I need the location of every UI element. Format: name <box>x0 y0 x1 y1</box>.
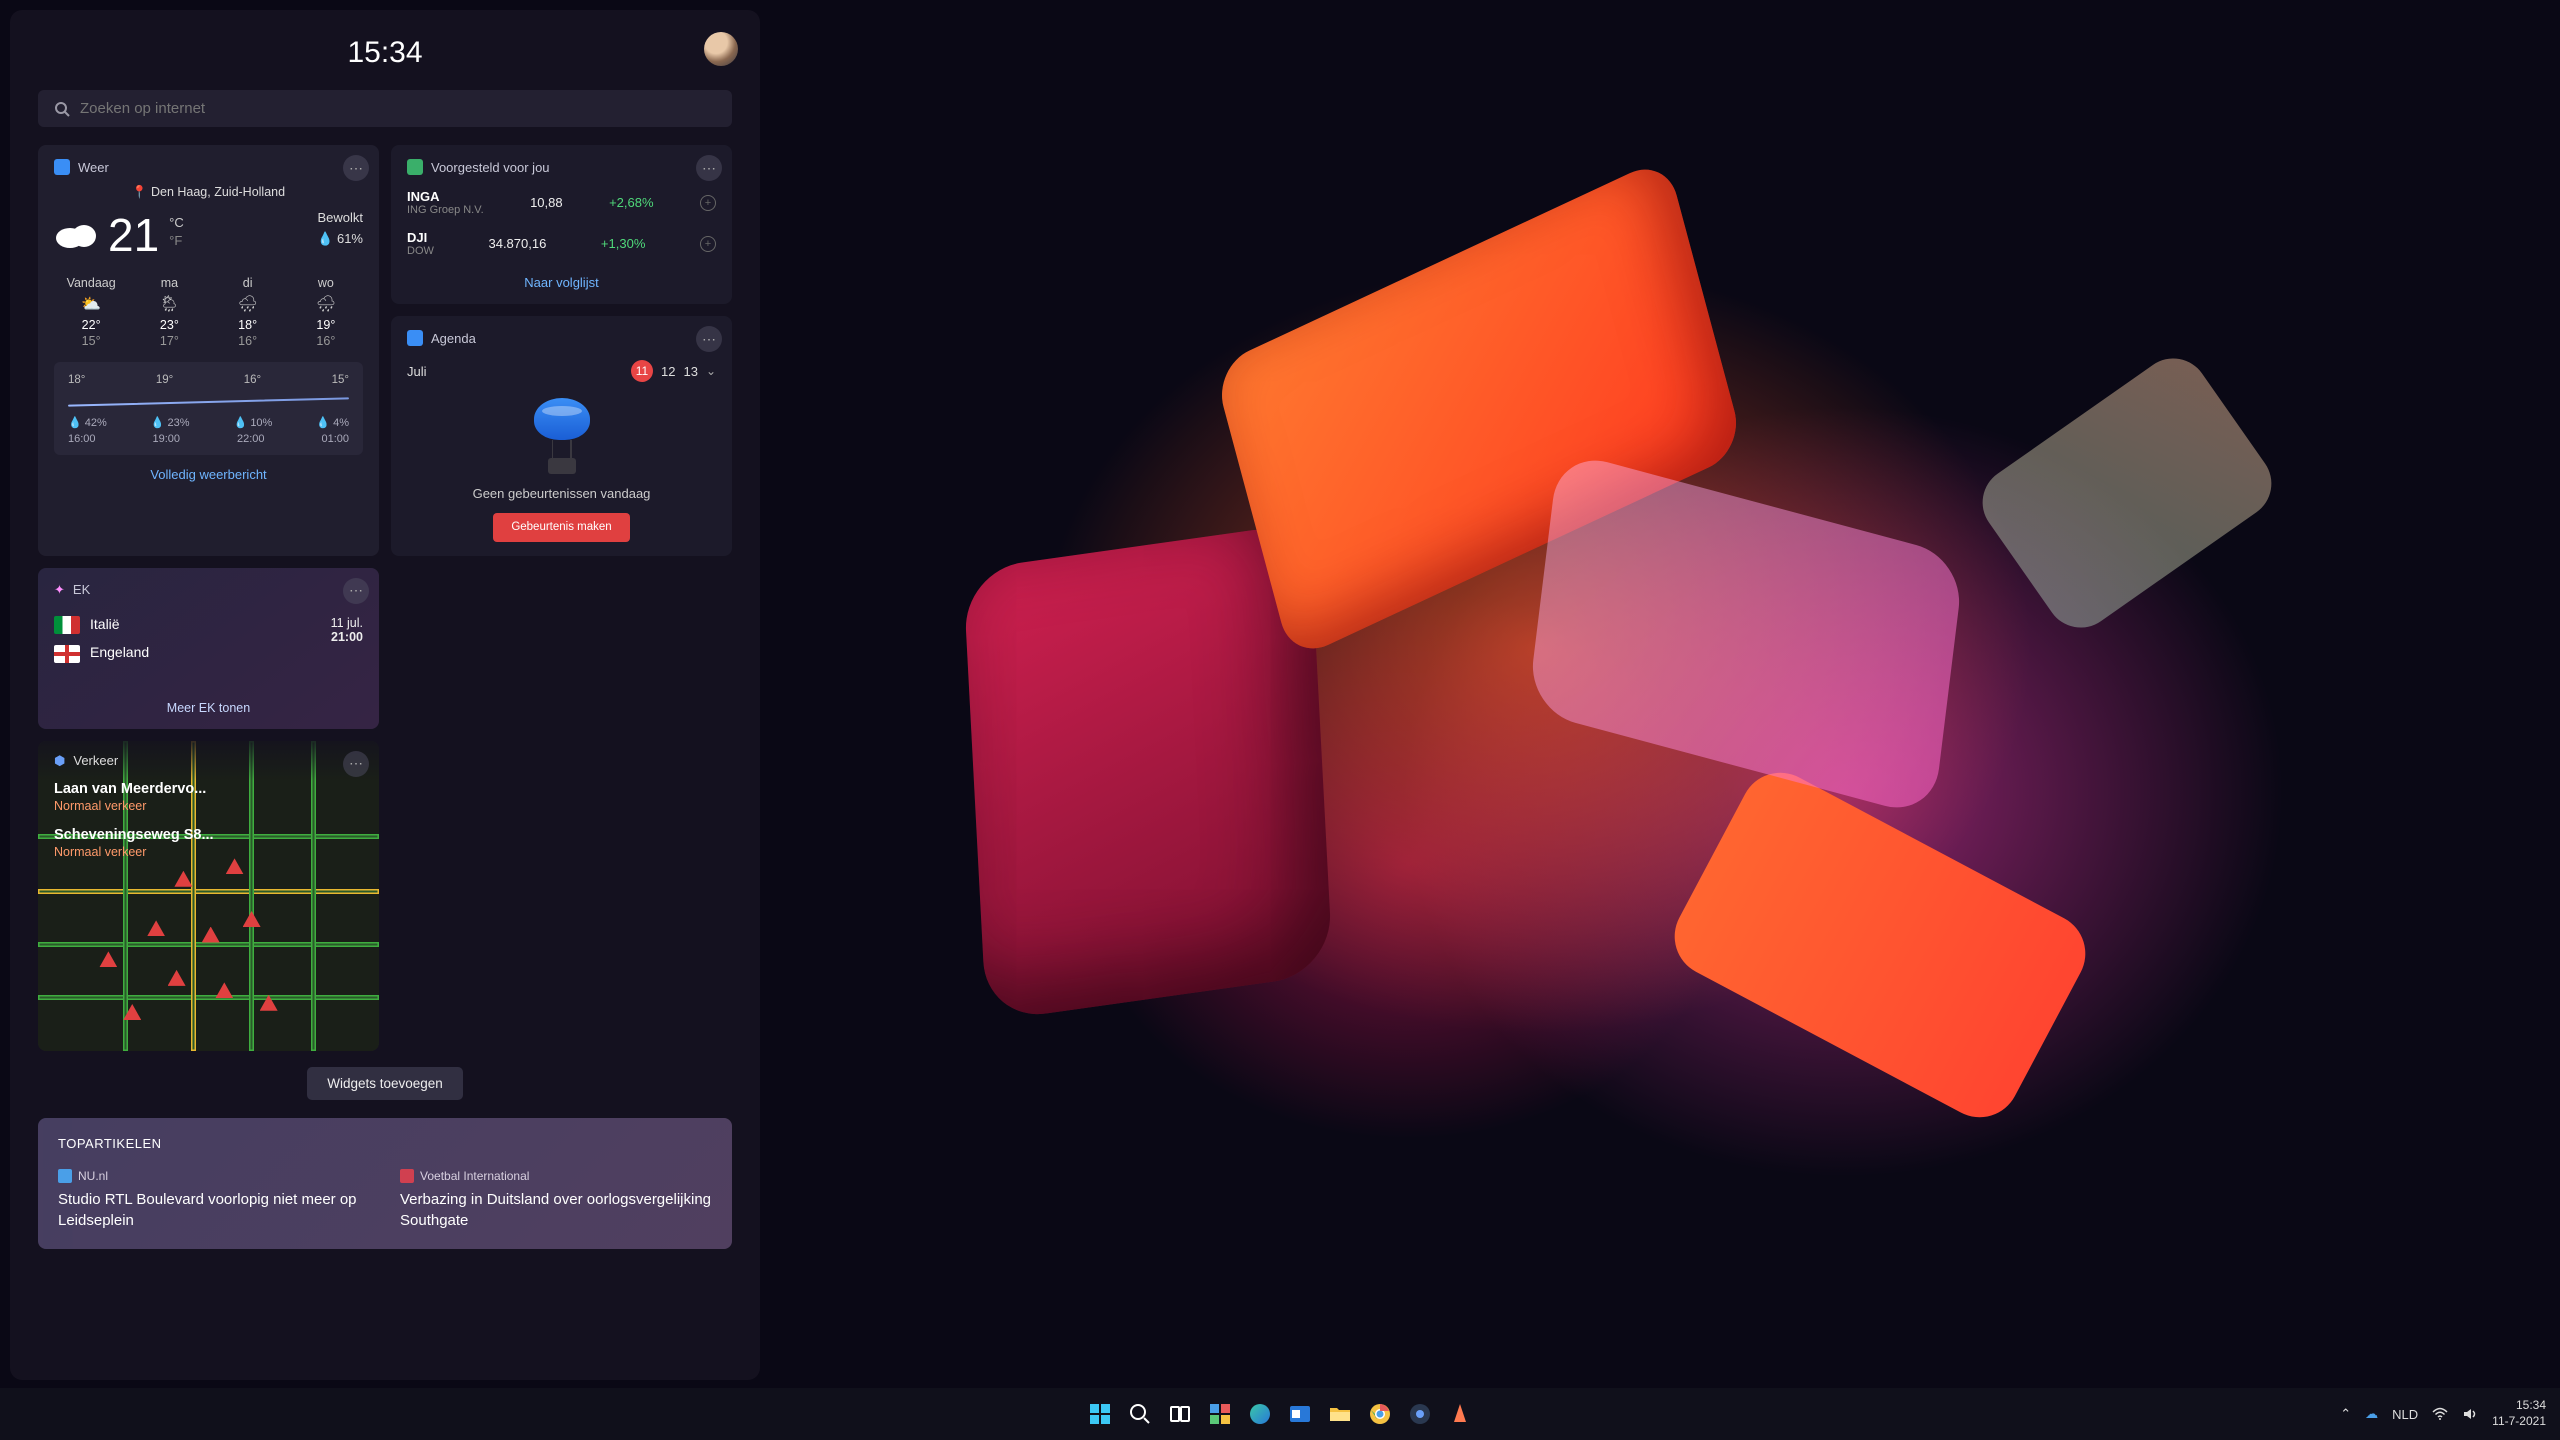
weather-widget[interactable]: Weer ⋯ 📍 Den Haag, Zuid-Holland 21 °C°F … <box>38 145 379 556</box>
volume-icon[interactable] <box>2462 1406 2478 1422</box>
cloud-icon <box>54 218 98 250</box>
news-item[interactable]: Voetbal InternationalVerbazing in Duitsl… <box>400 1169 712 1231</box>
trophy-icon: ✦ <box>54 582 65 598</box>
create-event-button[interactable]: Gebeurtenis maken <box>493 513 629 542</box>
stocks-widget[interactable]: Voorgesteld voor jou ⋯ INGAING Groep N.V… <box>391 145 732 304</box>
traffic-road: Laan van Meerdervo... <box>54 781 214 797</box>
more-icon[interactable]: ⋯ <box>343 751 369 777</box>
app-icon-2[interactable] <box>1444 1398 1476 1430</box>
traffic-title: Verkeer <box>73 753 118 768</box>
widgets-panel: 15:34 Weer ⋯ 📍 Den Haag, Zuid-Holland 21… <box>10 10 760 1380</box>
panel-clock: 15:34 <box>347 36 422 70</box>
match-date: 11 jul. <box>331 616 363 630</box>
flag-england-icon <box>54 645 80 663</box>
user-avatar[interactable] <box>704 32 738 66</box>
traffic-status: Normaal verkeer <box>54 799 214 813</box>
weather-location: 📍 Den Haag, Zuid-Holland <box>54 185 363 200</box>
news-item[interactable]: NU.nlStudio RTL Boulevard voorlopig niet… <box>58 1169 370 1231</box>
traffic-widget[interactable]: ⬢ Verkeer ⋯ Laan van Meerdervo... Normaal… <box>38 741 379 1051</box>
system-tray[interactable]: ⌃ ☁ NLD 15:34 11-7-2021 <box>2340 1398 2546 1429</box>
more-icon[interactable]: ⋯ <box>696 326 722 352</box>
agenda-illustration <box>407 398 716 476</box>
widgets-icon[interactable] <box>1204 1398 1236 1430</box>
pin-icon[interactable] <box>700 195 716 211</box>
weather-condition: Bewolkt 💧 61% <box>317 208 363 250</box>
start-button[interactable] <box>1084 1398 1116 1430</box>
ek-more-link[interactable]: Meer EK tonen <box>54 701 363 715</box>
agenda-empty-text: Geen gebeurtenissen vandaag <box>407 486 716 501</box>
traffic-icon: ⬢ <box>54 753 65 769</box>
taskbar: ⌃ ☁ NLD 15:34 11-7-2021 <box>0 1388 2560 1440</box>
stocks-watchlist-link[interactable]: Naar volglijst <box>407 275 716 290</box>
more-icon[interactable]: ⋯ <box>343 155 369 181</box>
outlook-icon[interactable] <box>1284 1398 1316 1430</box>
traffic-road: Scheveningseweg S8... <box>54 827 214 843</box>
taskbar-center <box>1084 1398 1476 1430</box>
edge-icon[interactable] <box>1244 1398 1276 1430</box>
weather-full-link[interactable]: Volledig weerbericht <box>54 467 363 482</box>
tray-chevron-icon[interactable]: ⌃ <box>2340 1406 2351 1422</box>
agenda-today[interactable]: 11 <box>631 360 653 382</box>
add-widgets-button[interactable]: Widgets toevoegen <box>307 1067 463 1100</box>
agenda-widget[interactable]: Agenda ⋯ Juli 11 12 13 ⌄ Geen gebeurteni… <box>391 316 732 556</box>
stocks-title: Voorgesteld voor jou <box>431 160 550 175</box>
language-indicator[interactable]: NLD <box>2392 1407 2418 1422</box>
news-section-title: TOPARTIKELEN <box>58 1136 712 1151</box>
stocks-icon <box>407 159 423 175</box>
app-icon[interactable] <box>1404 1398 1436 1430</box>
news-widget[interactable]: TOPARTIKELEN NU.nlStudio RTL Boulevard v… <box>38 1118 732 1249</box>
ek-title: EK <box>73 582 90 597</box>
search-icon <box>54 101 70 117</box>
search-input[interactable] <box>80 100 716 117</box>
weather-title: Weer <box>78 160 109 175</box>
agenda-month: Juli <box>407 364 427 379</box>
weather-temp: 21 <box>108 208 159 262</box>
stock-row[interactable]: DJIDOW34.870,16+1,30% <box>407 230 716 257</box>
flag-italy-icon <box>54 616 80 634</box>
more-icon[interactable]: ⋯ <box>343 578 369 604</box>
weather-icon <box>54 159 70 175</box>
stock-row[interactable]: INGAING Groep N.V.10,88+2,68% <box>407 189 716 216</box>
more-icon[interactable]: ⋯ <box>696 155 722 181</box>
forecast-day: Vandaag⛅22°15° <box>54 276 128 348</box>
task-view-icon[interactable] <box>1164 1398 1196 1430</box>
forecast-day: di🌧18°16° <box>211 276 285 348</box>
taskbar-search-icon[interactable] <box>1124 1398 1156 1430</box>
forecast-day: ma🌦23°17° <box>132 276 206 348</box>
forecast-row: Vandaag⛅22°15°ma🌦23°17°di🌧18°16°wo🌧19°16… <box>54 276 363 348</box>
search-bar[interactable] <box>38 90 732 127</box>
forecast-day: wo🌧19°16° <box>289 276 363 348</box>
onedrive-icon[interactable]: ☁ <box>2365 1406 2378 1422</box>
wifi-icon[interactable] <box>2432 1406 2448 1422</box>
agenda-title: Agenda <box>431 331 476 346</box>
weather-chart: 18°19°16°15° 💧 42%💧 23%💧 10%💧 4% 16:0019… <box>54 362 363 455</box>
traffic-status: Normaal verkeer <box>54 845 214 859</box>
file-explorer-icon[interactable] <box>1324 1398 1356 1430</box>
ek-widget[interactable]: ✦EK ⋯ Italië Engeland 11 jul. 21:00 Meer… <box>38 568 379 729</box>
chrome-icon[interactable] <box>1364 1398 1396 1430</box>
chevron-down-icon[interactable]: ⌄ <box>706 364 716 378</box>
pin-icon[interactable] <box>700 236 716 252</box>
match-time: 21:00 <box>331 630 363 644</box>
tray-clock[interactable]: 15:34 11-7-2021 <box>2492 1398 2546 1429</box>
calendar-icon <box>407 330 423 346</box>
